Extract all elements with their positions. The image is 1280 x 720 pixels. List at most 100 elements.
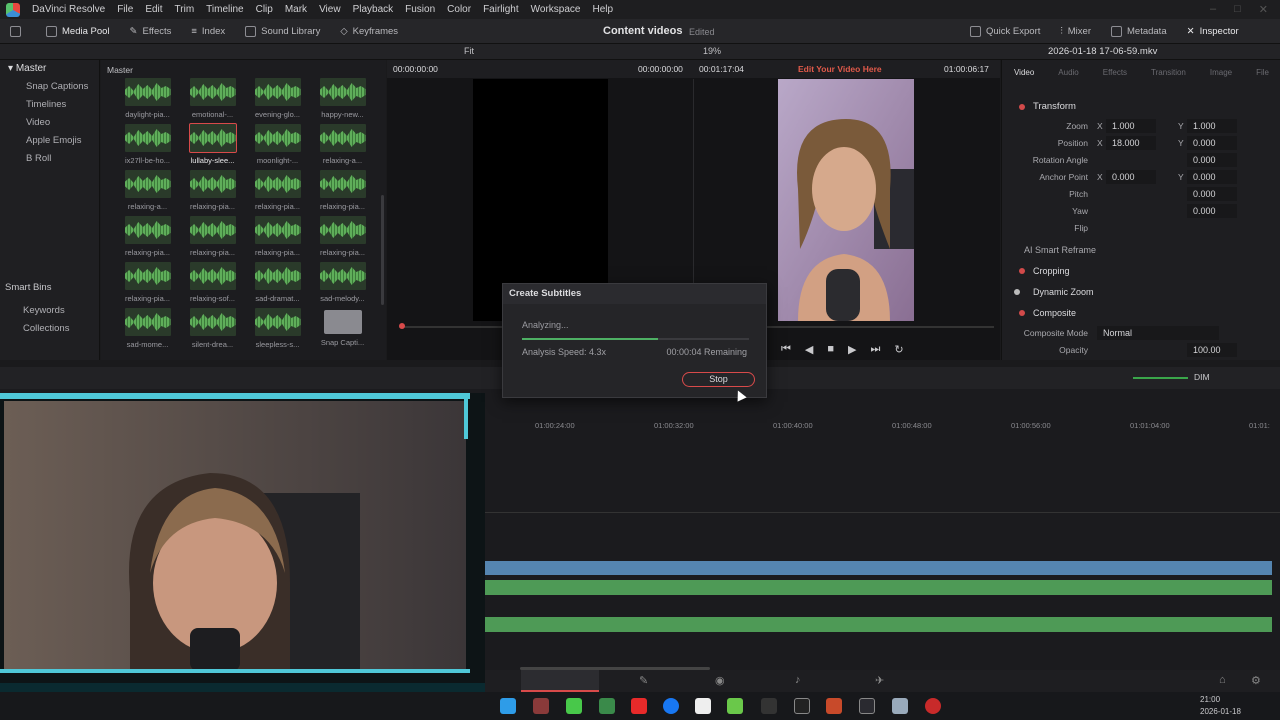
menu-file[interactable]: File <box>111 4 139 15</box>
page-fairlight-icon[interactable]: ♪ <box>795 674 801 686</box>
composite-section[interactable]: Composite <box>1002 306 1280 323</box>
clip-thumbnail[interactable]: Snap Capti... <box>310 308 375 349</box>
menu-workspace[interactable]: Workspace <box>525 4 587 15</box>
clip-thumbnail[interactable]: happy-new... <box>310 78 375 119</box>
menu-view[interactable]: View <box>313 4 347 15</box>
clip-thumbnail[interactable]: relaxing-pia... <box>310 170 375 211</box>
youtube-icon[interactable] <box>631 698 647 714</box>
go-to-start-icon[interactable]: ⏮ <box>781 343 791 356</box>
clip-thumbnail[interactable]: relaxing-pia... <box>245 170 310 211</box>
clip-thumbnail[interactable]: sad-melody... <box>310 262 375 303</box>
smart-bin-keywords[interactable]: Keywords <box>23 305 65 316</box>
facebook-icon[interactable] <box>663 698 679 714</box>
zoom-x-field[interactable]: 1.000 <box>1106 119 1156 133</box>
taskbar-app-8-icon[interactable] <box>727 698 743 714</box>
quick-export-button[interactable]: Quick Export <box>960 19 1050 44</box>
bin-timelines[interactable]: Timelines <box>0 96 99 114</box>
clip-thumbnail[interactable]: emotional-... <box>180 78 245 119</box>
anchor-y-field[interactable]: 0.000 <box>1187 170 1237 184</box>
page-color-icon[interactable]: ◉ <box>715 674 725 687</box>
effects-button[interactable]: ✎ Effects <box>120 19 182 44</box>
taskbar-app-10-icon[interactable] <box>794 698 810 714</box>
volume-slider[interactable] <box>1133 377 1188 379</box>
opacity-field[interactable]: 100.00 <box>1187 343 1237 357</box>
tab-image[interactable]: Image <box>1210 68 1232 77</box>
bin-b-roll[interactable]: B Roll <box>0 150 99 168</box>
taskbar-app-1-icon[interactable] <box>500 698 516 714</box>
clip-thumbnail[interactable]: relaxing-sof... <box>180 262 245 303</box>
taskbar-app-11-icon[interactable] <box>826 698 842 714</box>
enable-dot-icon[interactable] <box>1019 104 1025 110</box>
home-icon[interactable]: ⌂ <box>1219 674 1226 686</box>
pitch-field[interactable]: 0.000 <box>1187 187 1237 201</box>
tab-audio[interactable]: Audio <box>1058 68 1078 77</box>
clip-thumbnail[interactable]: sleepless-s... <box>245 308 310 349</box>
yaw-field[interactable]: 0.000 <box>1187 204 1237 218</box>
master-bin[interactable]: ▾ Master <box>0 60 99 78</box>
position-x-field[interactable]: 18.000 <box>1106 136 1156 150</box>
page-deliver-icon[interactable]: ✈ <box>875 674 884 687</box>
inspector-button[interactable]: ✕ Inspector <box>1177 19 1249 44</box>
tab-effects[interactable]: Effects <box>1103 68 1127 77</box>
step-back-icon[interactable]: ◀ <box>805 343 813 356</box>
zoom-dropdown[interactable]: 19% <box>703 46 721 56</box>
zoom-y-field[interactable]: 1.000 <box>1187 119 1237 133</box>
menu-fusion[interactable]: Fusion <box>399 4 441 15</box>
dynamic-zoom-section[interactable]: Dynamic Zoom <box>1002 285 1280 302</box>
clip-thumbnail[interactable]: moonlight-... <box>245 124 310 165</box>
clip-thumbnail[interactable]: relaxing-a... <box>115 170 180 211</box>
close-icon[interactable]: ✕ <box>1259 3 1268 16</box>
clip-thumbnail[interactable]: sad-dramat... <box>245 262 310 303</box>
minimize-icon[interactable]: – <box>1210 3 1216 16</box>
tab-file[interactable]: File <box>1256 68 1269 77</box>
menu-mark[interactable]: Mark <box>279 4 313 15</box>
metadata-button[interactable]: Metadata <box>1101 19 1177 44</box>
menu-trim[interactable]: Trim <box>169 4 201 15</box>
menu-color[interactable]: Color <box>441 4 477 15</box>
taskbar-app-2-icon[interactable] <box>533 698 549 714</box>
loop-icon[interactable]: ↻ <box>894 343 903 356</box>
mixer-button[interactable]: ⫶ Mixer <box>1050 19 1101 44</box>
timeline-name[interactable]: Edit Your Video Here <box>798 64 882 74</box>
clip-thumbnail[interactable]: relaxing-pia... <box>310 216 375 257</box>
video-clip[interactable] <box>485 561 1272 575</box>
menu-help[interactable]: Help <box>586 4 619 15</box>
anchor-x-field[interactable]: 0.000 <box>1106 170 1156 184</box>
clip-thumbnail[interactable]: relaxing-pia... <box>245 216 310 257</box>
media-pool-button[interactable]: Media Pool <box>36 19 120 44</box>
go-to-end-icon[interactable]: ⏭ <box>871 343 881 356</box>
bin-snap-captions[interactable]: Snap Captions <box>0 78 99 96</box>
page-fusion-icon[interactable]: ✎ <box>639 674 648 687</box>
menu-playback[interactable]: Playback <box>347 4 400 15</box>
audio-clip-1[interactable] <box>485 580 1272 595</box>
keyframes-button[interactable]: ◇ Keyframes <box>330 19 408 44</box>
bin-apple-emojis[interactable]: Apple Emojis <box>0 132 99 150</box>
taskbar-app-13-icon[interactable] <box>892 698 908 714</box>
clip-thumbnail[interactable]: relaxing-pia... <box>115 262 180 303</box>
bin-video[interactable]: Video <box>0 114 99 132</box>
media-pool-scrollbar[interactable] <box>381 195 384 305</box>
ai-reframe-section[interactable]: AI Smart Reframe <box>1002 243 1280 260</box>
taskbar-app-14-icon[interactable] <box>925 698 941 714</box>
clip-thumbnail[interactable]: relaxing-pia... <box>180 216 245 257</box>
taskbar-app-3-icon[interactable] <box>566 698 582 714</box>
index-button[interactable]: ≡ Index <box>181 19 235 44</box>
position-y-field[interactable]: 0.000 <box>1187 136 1237 150</box>
clip-thumbnail[interactable]: ix27ll-be-ho... <box>115 124 180 165</box>
tab-transition[interactable]: Transition <box>1151 68 1186 77</box>
taskbar-app-9-icon[interactable] <box>761 698 777 714</box>
clip-thumbnail[interactable]: daylight-pia... <box>115 78 180 119</box>
menu-clip[interactable]: Clip <box>250 4 279 15</box>
taskbar-app-4-icon[interactable] <box>599 698 615 714</box>
settings-icon[interactable]: ⚙ <box>1251 674 1261 687</box>
menu-edit[interactable]: Edit <box>139 4 168 15</box>
composite-mode-dropdown[interactable]: Normal <box>1097 326 1219 340</box>
clip-thumbnail[interactable]: relaxing-pia... <box>115 216 180 257</box>
menu-timeline[interactable]: Timeline <box>200 4 249 15</box>
menu-fairlight[interactable]: Fairlight <box>477 4 525 15</box>
cropping-section[interactable]: Cropping <box>1002 264 1280 281</box>
clip-thumbnail[interactable]: silent-drea... <box>180 308 245 349</box>
transform-section[interactable]: Transform <box>1002 100 1280 117</box>
clip-thumbnail[interactable]: lullaby-slee... <box>180 123 245 165</box>
audio-clip-2[interactable] <box>485 617 1272 632</box>
